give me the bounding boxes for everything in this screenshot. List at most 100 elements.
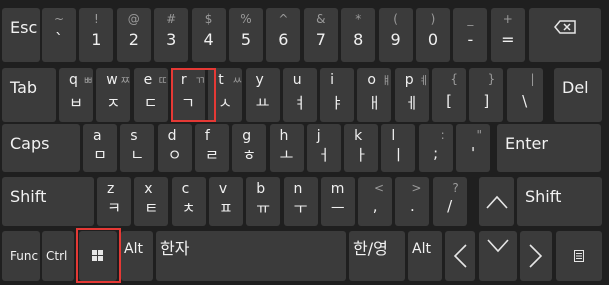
bracket-key[interactable]: }] — [469, 68, 504, 122]
shift-left-key[interactable]: Shift — [2, 177, 94, 226]
key-shift-hangul: ㅆ — [232, 74, 243, 87]
menu-key[interactable] — [556, 231, 602, 281]
key-char: 2 — [128, 30, 139, 49]
func-key[interactable]: Func — [2, 231, 40, 281]
number-key[interactable]: & 7 — [303, 8, 338, 62]
bracket-key[interactable]: | \ — [506, 68, 543, 122]
bracket-key[interactable]: {[ — [432, 68, 466, 122]
letter-key-e[interactable]: eㄸㄷ — [133, 68, 168, 122]
key-latin: c — [181, 181, 190, 197]
punct-key[interactable]: >. — [395, 177, 430, 226]
letter-key-q[interactable]: qㅃㅂ — [59, 68, 93, 122]
number-key[interactable]: @2 — [116, 8, 151, 62]
del-key[interactable]: Del — [554, 68, 602, 122]
key-hangul: ㅔ — [404, 94, 419, 112]
key-hangul: ㅋ — [107, 199, 121, 217]
letter-key-d[interactable]: dㅇ — [157, 124, 192, 172]
punct-key[interactable]: :; — [418, 124, 453, 172]
key-char: 8 — [353, 30, 364, 49]
number-key[interactable]: ! 1 — [79, 8, 114, 62]
key-latin: u — [292, 72, 302, 88]
key-char: 1 — [91, 30, 102, 49]
key-shift-char: ) — [430, 12, 436, 26]
number-key[interactable]: * 8 — [341, 8, 376, 62]
letter-key-x[interactable]: xㅌ — [134, 177, 169, 226]
key-char: ] — [483, 92, 490, 110]
letter-key-w[interactable]: wㅉㅈ — [96, 68, 131, 122]
key-shift-hangul: ㅃ — [83, 74, 93, 87]
letter-key-a[interactable]: aㅁ — [83, 124, 117, 172]
number-key[interactable]: % 5 — [229, 8, 263, 62]
highlight-r-key — [171, 68, 216, 122]
tab-key[interactable]: Tab — [2, 68, 56, 122]
key-hangul: ㅏ — [354, 146, 368, 164]
hanja-key[interactable]: 한자 — [156, 231, 346, 281]
shift-right-key[interactable]: Shift — [517, 177, 602, 226]
letter-key-n[interactable]: nㅜ — [283, 177, 318, 226]
letter-key-p[interactable]: pㅖㅔ — [394, 68, 429, 122]
number-key[interactable]: _ - — [453, 8, 488, 62]
letter-key-k[interactable]: kㅏ — [344, 124, 379, 172]
key-shift-char: ^ — [278, 12, 289, 26]
letter-key-y[interactable]: yㅛ — [245, 68, 280, 122]
number-key[interactable]: ) 0 — [416, 8, 450, 62]
letter-key-b[interactable]: bㅠ — [246, 177, 281, 226]
letter-key-s[interactable]: sㄴ — [120, 124, 155, 172]
key-shift-char: > — [411, 181, 422, 195]
key-hangul: ㄴ — [130, 146, 145, 164]
number-key[interactable]: ^ 6 — [266, 8, 301, 62]
key-latin: e — [143, 72, 153, 88]
key-shift-char: @ — [127, 12, 140, 26]
punct-key[interactable]: ? / — [432, 177, 467, 226]
key-hangul: ㅡ — [330, 199, 345, 217]
shift-right-label: Shift — [525, 187, 562, 206]
key-shift-char: | — [530, 72, 535, 86]
key-hangul: ㅌ — [144, 199, 159, 217]
number-key[interactable]: + = — [490, 8, 525, 62]
arrow-right-key[interactable] — [520, 231, 552, 281]
number-key[interactable]: #3 — [154, 8, 189, 62]
alt-left-key[interactable]: Alt — [121, 231, 153, 281]
letter-key-l[interactable]: lㅣ — [381, 124, 416, 172]
key-hangul: ㅕ — [292, 94, 307, 112]
key-latin: y — [255, 72, 264, 88]
backspace-key[interactable] — [529, 8, 601, 62]
punct-key[interactable]: " ' — [456, 124, 490, 172]
key-latin: z — [107, 181, 115, 197]
key-hangul: ㄹ — [204, 146, 219, 164]
alt-left-label: Alt — [124, 241, 143, 257]
letter-key-f[interactable]: fㄹ — [194, 124, 229, 172]
key-shift-hangul: ㄸ — [157, 74, 168, 87]
hanyeong-key[interactable]: 한/영 — [349, 231, 405, 281]
key-char: 4 — [203, 30, 214, 49]
number-key[interactable]: (9 — [378, 8, 413, 62]
letter-key-m[interactable]: mㅡ — [320, 177, 355, 226]
letter-key-v[interactable]: vㅍ — [208, 177, 243, 226]
key-latin: n — [293, 181, 303, 197]
ctrl-key[interactable]: Ctrl — [42, 231, 74, 281]
letter-key-i[interactable]: iㅑ — [320, 68, 355, 122]
letter-key-z[interactable]: zㅋ — [97, 177, 131, 226]
enter-key[interactable]: Enter — [497, 124, 601, 172]
letter-key-j[interactable]: jㅓ — [306, 124, 341, 172]
key-latin: g — [242, 128, 252, 144]
letter-key-h[interactable]: hㅗ — [269, 124, 304, 172]
number-key[interactable]: $4 — [191, 8, 226, 62]
func-label: Func — [10, 249, 39, 263]
number-key[interactable]: ~ ` — [42, 8, 76, 62]
key-char: 9 — [390, 30, 401, 49]
key-shift-hangul: ㅖ — [418, 74, 429, 87]
punct-key[interactable]: <, — [358, 177, 393, 226]
key-shift-char: < — [374, 181, 385, 195]
key-hangul: ㅠ — [256, 199, 271, 217]
caps-key[interactable]: Caps — [2, 124, 80, 172]
letter-key-c[interactable]: cㅊ — [171, 177, 206, 226]
esc-key[interactable]: Esc — [2, 8, 40, 62]
arrow-down-key[interactable] — [479, 231, 517, 281]
arrow-up-key[interactable] — [479, 177, 514, 226]
letter-key-u[interactable]: uㅕ — [282, 68, 317, 122]
alt-right-key[interactable]: Alt — [408, 231, 442, 281]
letter-key-g[interactable]: gㅎ — [232, 124, 267, 172]
letter-key-o[interactable]: oㅒㅐ — [357, 68, 392, 122]
arrow-left-key[interactable] — [445, 231, 475, 281]
